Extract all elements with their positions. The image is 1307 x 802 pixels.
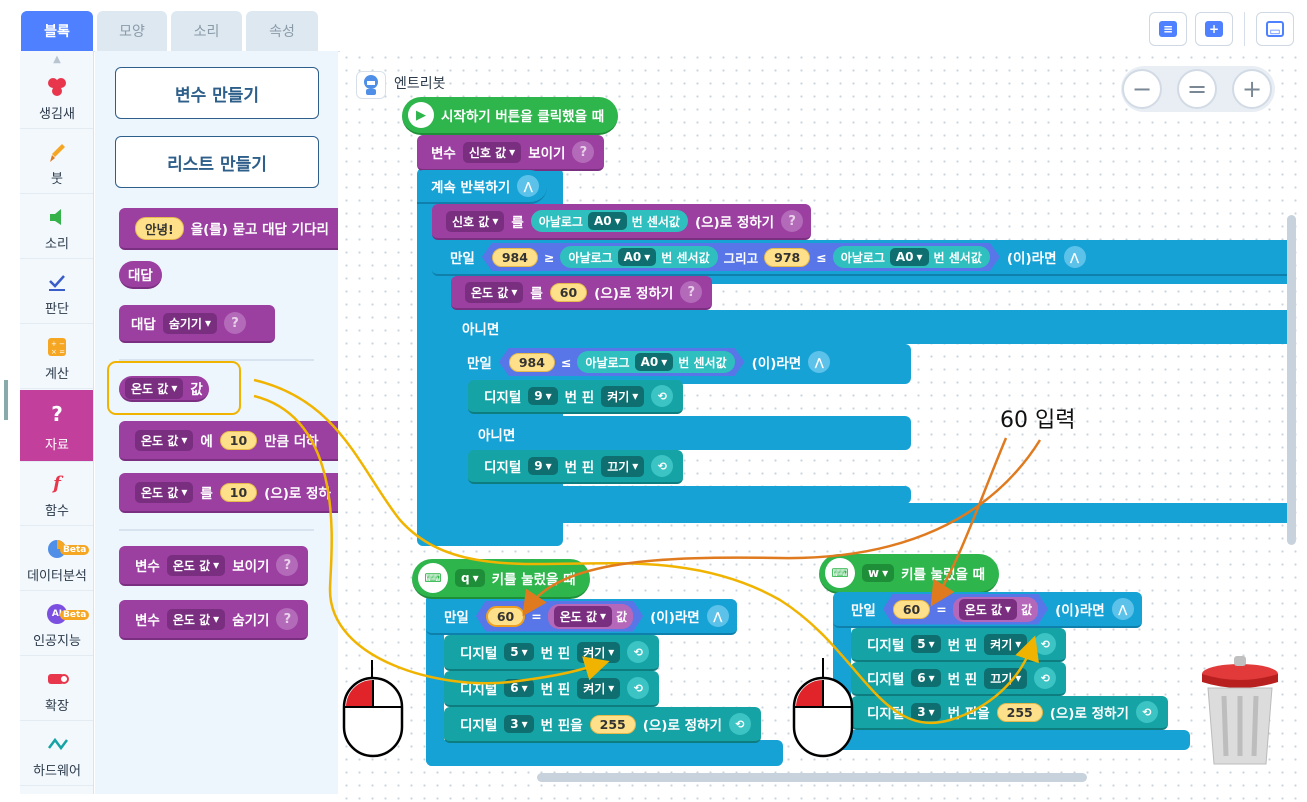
annotation-label: 60 입력 [1000,408,1076,433]
yellow-arrow-to-w [253,378,1039,724]
orange-arrow-to-w [930,437,1008,607]
orange-arrow-to-q [522,439,1042,617]
mouse-left-icon [342,660,404,758]
mouse-right-icon [792,658,854,758]
annotation-overlay [253,378,1042,758]
yellow-arrow-to-q [253,394,610,685]
